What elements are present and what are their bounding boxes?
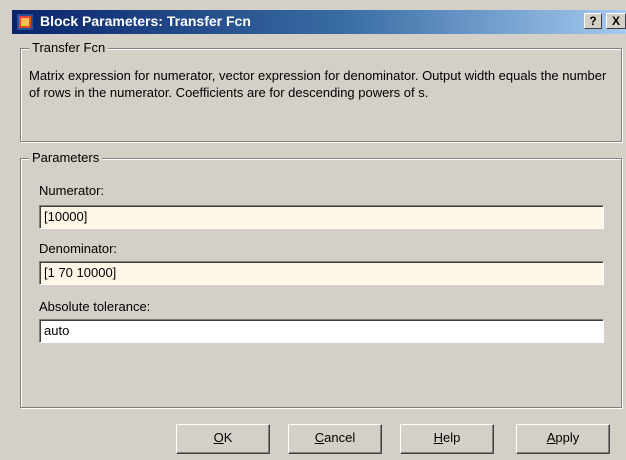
dialog-window: Block Parameters: Transfer Fcn ? X Trans… <box>0 0 626 460</box>
block-group-legend: Transfer Fcn <box>29 40 109 55</box>
block-description: Matrix expression for numerator, vector … <box>29 68 607 100</box>
parameters-group-legend: Parameters <box>29 150 103 165</box>
window-title: Block Parameters: Transfer Fcn <box>40 13 251 29</box>
help-label-rest: elp <box>443 430 461 445</box>
top-frame <box>0 0 626 10</box>
absolute-tolerance-label: Absolute tolerance: <box>39 299 151 314</box>
help-button[interactable]: Help <box>400 424 494 454</box>
left-frame <box>0 0 12 460</box>
block-description-group: Transfer Fcn Matrix expression for numer… <box>20 40 622 142</box>
numerator-field[interactable]: [10000] <box>39 205 604 229</box>
cancel-label-rest: ancel <box>324 430 356 445</box>
close-title-button[interactable]: X <box>606 13 626 29</box>
apply-button[interactable]: Apply <box>516 424 610 454</box>
denominator-field[interactable]: [1 70 10000] <box>39 261 604 285</box>
ok-button[interactable]: OK <box>176 424 270 454</box>
absolute-tolerance-field[interactable]: auto <box>39 319 604 343</box>
help-mnemonic: H <box>433 430 444 445</box>
denominator-label: Denominator: <box>39 241 118 256</box>
help-title-button[interactable]: ? <box>584 13 602 29</box>
numerator-label: Numerator: <box>39 183 105 198</box>
title-bar[interactable]: Block Parameters: Transfer Fcn ? X <box>12 10 626 34</box>
ok-mnemonic: O <box>213 430 224 445</box>
parameters-group: Parameters Numerator: [10000] Denominato… <box>20 150 622 408</box>
apply-label-rest: pply <box>555 430 580 445</box>
cancel-mnemonic: C <box>314 430 325 445</box>
cancel-button[interactable]: Cancel <box>288 424 382 454</box>
ok-label-rest: K <box>223 430 233 445</box>
simulink-block-icon <box>17 14 33 30</box>
